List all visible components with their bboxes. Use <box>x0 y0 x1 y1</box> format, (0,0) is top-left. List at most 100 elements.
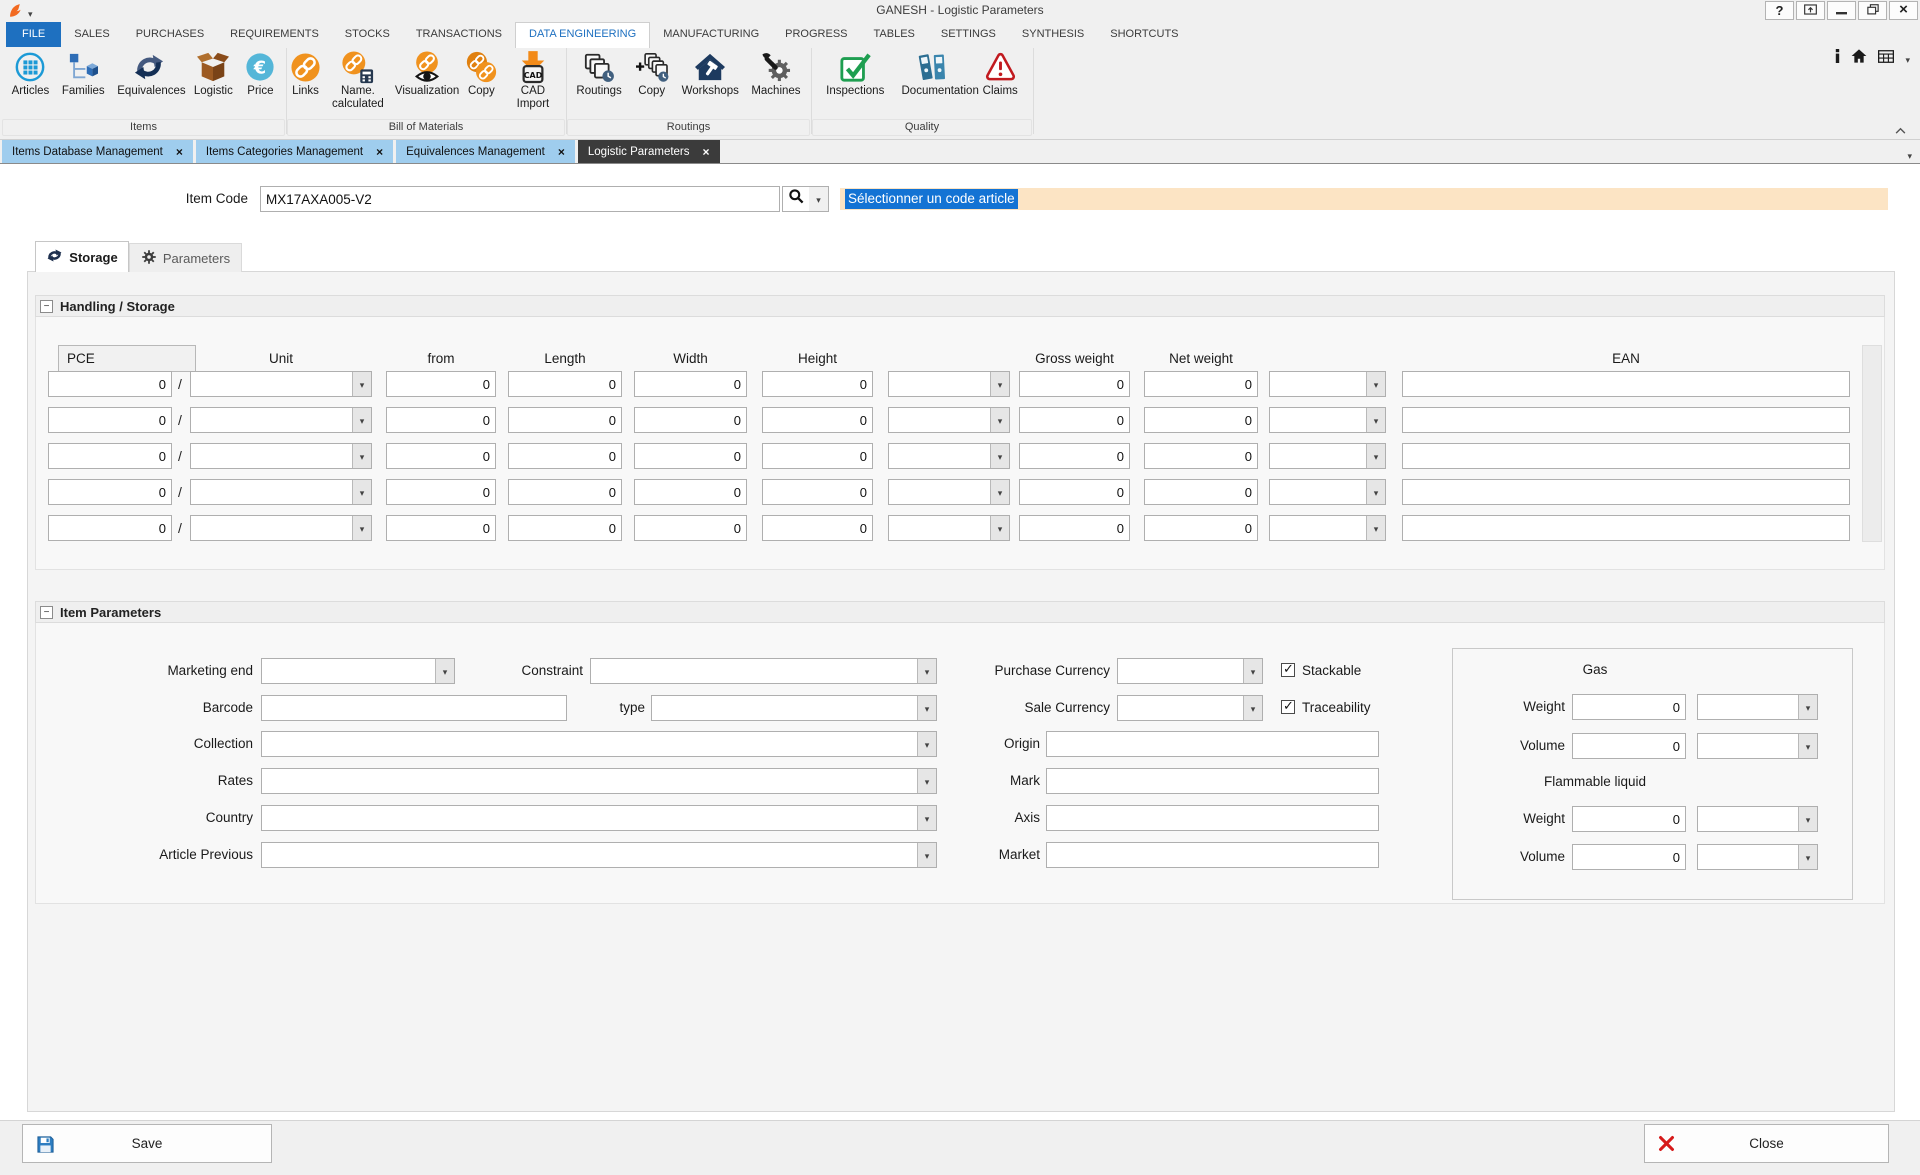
dropdown-button[interactable] <box>1798 695 1817 719</box>
flammable-volume-unit-select[interactable] <box>1697 844 1818 870</box>
close-tab-icon[interactable] <box>376 145 383 159</box>
dropdown-button[interactable] <box>1366 444 1385 468</box>
height-input[interactable] <box>762 443 873 469</box>
unit-select[interactable] <box>190 479 372 505</box>
close-window-button[interactable] <box>1889 1 1918 20</box>
close-tab-icon[interactable] <box>176 145 183 159</box>
table-caret-icon[interactable] <box>1905 50 1910 68</box>
dropdown-button[interactable] <box>990 372 1009 396</box>
dropdown-button[interactable] <box>990 408 1009 432</box>
dropdown-button[interactable] <box>1366 372 1385 396</box>
home-icon[interactable] <box>1851 49 1867 68</box>
from-input[interactable] <box>386 515 496 541</box>
ribbon-button-inspections[interactable]: Inspections <box>823 48 887 99</box>
ribbon-tab-settings[interactable]: SETTINGS <box>928 22 1009 47</box>
table-icon[interactable] <box>1878 50 1894 68</box>
ribbon-tab-synthesis[interactable]: SYNTHESIS <box>1009 22 1097 47</box>
tab-storage[interactable]: Storage <box>35 241 129 272</box>
ribbon-button-logistic[interactable]: Logistic <box>191 48 236 99</box>
minimize-button[interactable] <box>1827 1 1856 20</box>
ean-input[interactable] <box>1402 515 1850 541</box>
dropdown-button[interactable] <box>352 516 371 540</box>
width-input[interactable] <box>634 443 747 469</box>
axis-input[interactable] <box>1046 805 1379 831</box>
weight-unit-select[interactable] <box>1269 479 1386 505</box>
collapse-parameters-button[interactable] <box>40 606 53 619</box>
ribbon-tab-stocks[interactable]: STOCKS <box>332 22 403 47</box>
weight-unit-select[interactable] <box>1269 407 1386 433</box>
dimension-unit-select[interactable] <box>888 443 1010 469</box>
ribbon-button-families[interactable]: Families <box>59 48 108 99</box>
market-input[interactable] <box>1046 842 1379 868</box>
pin-button[interactable] <box>1796 1 1825 20</box>
ribbon-button-articles[interactable]: Articles <box>9 48 53 99</box>
weight-unit-select[interactable] <box>1269 443 1386 469</box>
qty-input[interactable] <box>48 407 172 433</box>
rates-select[interactable] <box>261 768 937 794</box>
from-input[interactable] <box>386 479 496 505</box>
ribbon-button-copy[interactable]: Copy <box>631 48 672 99</box>
from-input[interactable] <box>386 371 496 397</box>
dropdown-button[interactable] <box>1243 659 1262 683</box>
grid-scrollbar[interactable] <box>1862 345 1882 542</box>
ribbon-button-price[interactable]: €Price <box>242 48 278 99</box>
gas-weight-unit-select[interactable] <box>1697 694 1818 720</box>
ribbon-button-visualization[interactable]: Visualization <box>392 48 462 99</box>
doc-tab-items-categories-management[interactable]: Items Categories Management <box>196 140 393 163</box>
flammable-weight-input[interactable] <box>1572 806 1686 832</box>
purchase-currency-select[interactable] <box>1117 658 1263 684</box>
ribbon-button-machines[interactable]: Machines <box>748 48 803 99</box>
net-weight-input[interactable] <box>1144 443 1258 469</box>
traceability-checkbox[interactable] <box>1281 700 1295 714</box>
net-weight-input[interactable] <box>1144 371 1258 397</box>
height-input[interactable] <box>762 407 873 433</box>
width-input[interactable] <box>634 479 747 505</box>
ribbon-button-equivalences[interactable]: Equivalences <box>114 48 184 99</box>
article-previous-select[interactable] <box>261 842 937 868</box>
dropdown-button[interactable] <box>1366 480 1385 504</box>
ribbon-tab-file[interactable]: FILE <box>6 22 61 47</box>
qty-input[interactable] <box>48 515 172 541</box>
length-input[interactable] <box>508 443 622 469</box>
dimension-unit-select[interactable] <box>888 515 1010 541</box>
close-button[interactable]: Close <box>1644 1124 1889 1163</box>
item-code-dropdown-button[interactable] <box>809 186 829 212</box>
ribbon-tab-shortcuts[interactable]: SHORTCUTS <box>1097 22 1191 47</box>
unit-select[interactable] <box>190 515 372 541</box>
qty-input[interactable] <box>48 479 172 505</box>
dropdown-button[interactable] <box>990 444 1009 468</box>
collection-select[interactable] <box>261 731 937 757</box>
dropdown-button[interactable] <box>990 516 1009 540</box>
constraint-select[interactable] <box>590 658 937 684</box>
gross-weight-input[interactable] <box>1019 443 1130 469</box>
gross-weight-input[interactable] <box>1019 515 1130 541</box>
ean-input[interactable] <box>1402 407 1850 433</box>
ribbon-button-links[interactable]: Links <box>287 48 324 99</box>
qty-input[interactable] <box>48 371 172 397</box>
doc-tab-equivalences-management[interactable]: Equivalences Management <box>396 140 575 163</box>
ribbon-tab-requirements[interactable]: REQUIREMENTS <box>217 22 332 47</box>
net-weight-input[interactable] <box>1144 515 1258 541</box>
gross-weight-input[interactable] <box>1019 407 1130 433</box>
width-input[interactable] <box>634 371 747 397</box>
dropdown-button[interactable] <box>990 480 1009 504</box>
doc-tabs-caret-icon[interactable] <box>1907 146 1912 164</box>
net-weight-input[interactable] <box>1144 407 1258 433</box>
dropdown-button[interactable] <box>352 444 371 468</box>
net-weight-input[interactable] <box>1144 479 1258 505</box>
width-input[interactable] <box>634 515 747 541</box>
restore-button[interactable] <box>1858 1 1887 20</box>
height-input[interactable] <box>762 371 873 397</box>
flammable-weight-unit-select[interactable] <box>1697 806 1818 832</box>
dimension-unit-select[interactable] <box>888 371 1010 397</box>
dropdown-button[interactable] <box>352 408 371 432</box>
ribbon-tab-data-engineering[interactable]: DATA ENGINEERING <box>515 22 650 48</box>
dropdown-button[interactable] <box>352 372 371 396</box>
ribbon-tab-progress[interactable]: PROGRESS <box>772 22 860 47</box>
dimension-unit-select[interactable] <box>888 407 1010 433</box>
from-input[interactable] <box>386 407 496 433</box>
unit-select[interactable] <box>190 443 372 469</box>
weight-unit-select[interactable] <box>1269 371 1386 397</box>
ribbon-button-name-calculated[interactable]: Name. calculated <box>324 48 392 112</box>
doc-tab-items-database-management[interactable]: Items Database Management <box>2 140 193 163</box>
